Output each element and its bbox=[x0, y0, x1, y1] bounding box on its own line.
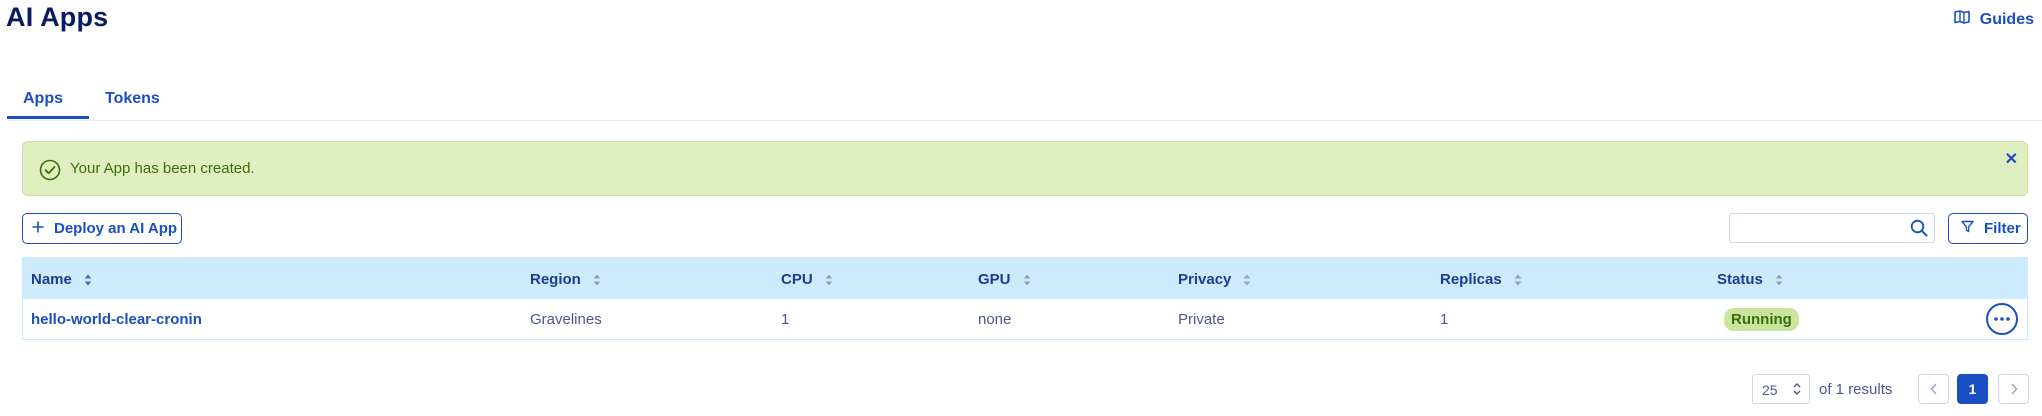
sort-icon bbox=[1023, 274, 1031, 285]
page-title: AI Apps bbox=[6, 2, 109, 32]
sort-icon bbox=[593, 274, 601, 285]
column-header-privacy[interactable]: Privacy bbox=[1178, 271, 1251, 288]
tab-bar: Apps Tokens bbox=[7, 86, 2042, 121]
chevron-left-icon bbox=[1929, 383, 1937, 395]
filter-button[interactable]: Filter bbox=[1948, 213, 2028, 244]
page-size-select[interactable]: 25 bbox=[1752, 374, 1810, 404]
filter-label: Filter bbox=[1984, 220, 2021, 237]
deploy-app-label: Deploy an AI App bbox=[54, 220, 178, 237]
table-row: hello-world-clear-cronin Gravelines 1 no… bbox=[23, 299, 2027, 339]
next-page-button[interactable] bbox=[1998, 374, 2029, 404]
column-header-replicas[interactable]: Replicas bbox=[1440, 271, 1522, 288]
chevron-right-icon bbox=[2010, 383, 2018, 395]
sort-icon bbox=[84, 274, 92, 285]
close-icon[interactable]: ✕ bbox=[2005, 149, 2018, 169]
book-icon bbox=[1953, 10, 1970, 29]
banner-message: Your App has been created. bbox=[70, 160, 255, 177]
table-header: Name Region CPU GPU Privacy Replicas Sta… bbox=[23, 258, 2027, 299]
app-region: Gravelines bbox=[530, 311, 602, 328]
app-privacy: Private bbox=[1178, 311, 1225, 328]
app-replicas: 1 bbox=[1440, 311, 1449, 328]
success-banner: Your App has been created. ✕ bbox=[22, 141, 2028, 196]
plus-icon bbox=[32, 220, 44, 237]
column-header-name[interactable]: Name bbox=[31, 271, 92, 288]
apps-table: Name Region CPU GPU Privacy Replicas Sta… bbox=[22, 257, 2028, 340]
check-circle-icon bbox=[39, 159, 61, 181]
column-header-region[interactable]: Region bbox=[530, 271, 601, 288]
previous-page-button[interactable] bbox=[1918, 374, 1949, 404]
results-count: of 1 results bbox=[1819, 381, 1893, 398]
active-tab-indicator bbox=[7, 116, 89, 119]
sort-icon bbox=[1775, 274, 1783, 285]
app-name-link[interactable]: hello-world-clear-cronin bbox=[31, 311, 202, 328]
deploy-app-button[interactable]: Deploy an AI App bbox=[22, 213, 182, 244]
sort-icon bbox=[1243, 274, 1251, 285]
tab-tokens[interactable]: Tokens bbox=[105, 90, 160, 108]
column-header-gpu[interactable]: GPU bbox=[978, 271, 1031, 288]
ellipsis-icon bbox=[1994, 317, 2010, 321]
tab-apps[interactable]: Apps bbox=[23, 90, 63, 108]
status-badge: Running bbox=[1724, 308, 1799, 331]
search-input[interactable] bbox=[1729, 213, 1935, 243]
app-cpu: 1 bbox=[781, 311, 790, 328]
column-header-status[interactable]: Status bbox=[1717, 271, 1783, 288]
filter-icon bbox=[1961, 220, 1974, 237]
guides-label: Guides bbox=[1979, 10, 2034, 28]
column-header-cpu[interactable]: CPU bbox=[781, 271, 833, 288]
search-icon bbox=[1910, 219, 1928, 242]
app-gpu: none bbox=[978, 311, 1012, 328]
more-actions-button[interactable] bbox=[1986, 303, 2018, 335]
page-size-value: 25 bbox=[1762, 382, 1778, 398]
page-button-current[interactable]: 1 bbox=[1957, 374, 1988, 404]
sort-icon bbox=[1514, 274, 1522, 285]
guides-link[interactable]: Guides bbox=[1953, 10, 2034, 29]
sort-icon bbox=[825, 274, 833, 285]
up-down-chevron-icon bbox=[1793, 382, 1801, 399]
